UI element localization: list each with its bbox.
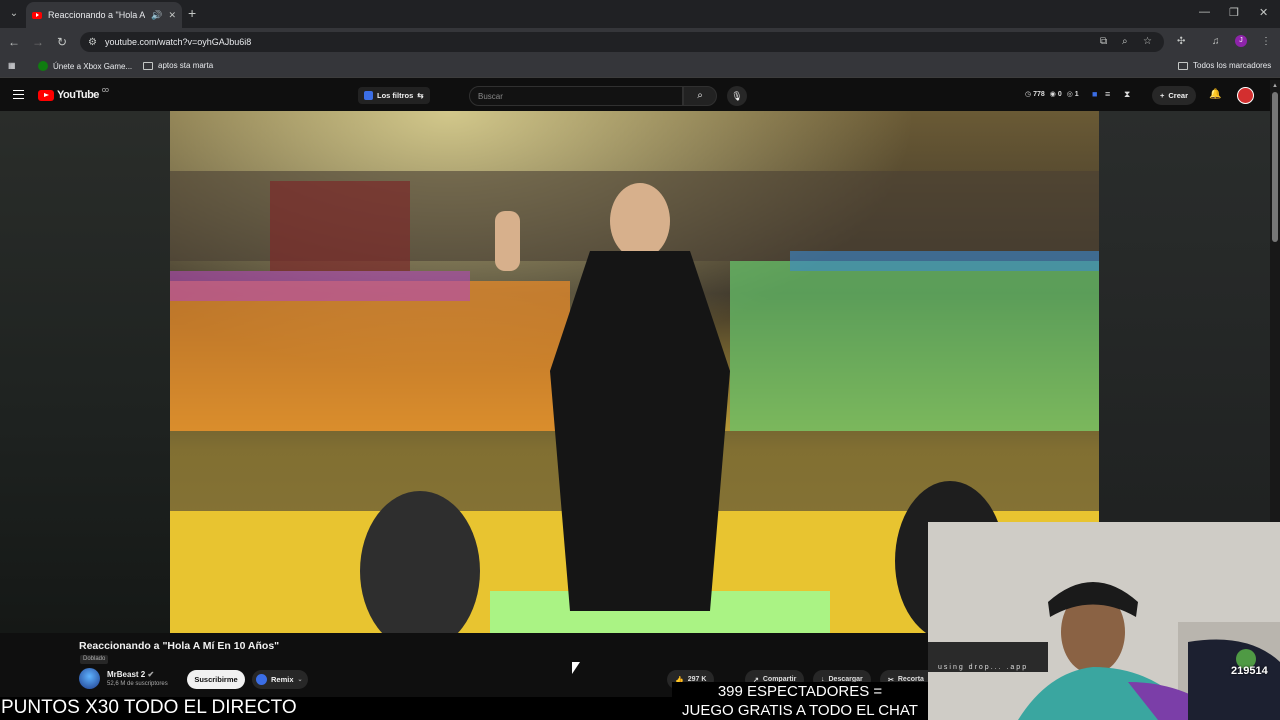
xbox-icon bbox=[38, 61, 48, 71]
menu-icon[interactable] bbox=[13, 90, 24, 99]
bookmark-star-icon[interactable]: ☆ bbox=[1143, 36, 1152, 47]
points-banner: PUNTOS X30 TODO EL DIRECTO bbox=[1, 697, 297, 718]
scroll-up-icon[interactable]: ▲ bbox=[1272, 83, 1278, 89]
youtube-favicon-icon bbox=[32, 11, 42, 19]
viewers-line-2: JUEGO GRATIS A TODO EL CHAT bbox=[682, 702, 918, 719]
forward-icon[interactable]: → bbox=[30, 34, 46, 50]
address-bar[interactable]: ⚙ youtube.com/watch?v=oyhGAJbu6i8 bbox=[80, 32, 1164, 52]
bookmark-folder-aptos[interactable]: aptos sta marta bbox=[143, 61, 213, 70]
account-avatar[interactable] bbox=[1237, 87, 1254, 104]
extension-icon[interactable]: ■ bbox=[1092, 89, 1097, 99]
channel-points-counter: 219514 bbox=[1231, 665, 1268, 677]
sliders-icon: ⇆ bbox=[417, 91, 424, 100]
chevron-down-icon: ⌄ bbox=[297, 677, 303, 683]
channel-avatar[interactable] bbox=[79, 668, 100, 689]
tab-search-chevron-icon[interactable]: ⌄ bbox=[6, 6, 22, 22]
url-text[interactable]: youtube.com/watch?v=oyhGAJbu6i8 bbox=[105, 37, 251, 47]
channel-name[interactable]: MrBeast 2 ✔ bbox=[107, 670, 154, 679]
close-window-icon[interactable]: ✕ bbox=[1259, 6, 1268, 19]
mouse-cursor-icon bbox=[572, 662, 580, 674]
webcam-overlay-text: using drop... .app bbox=[938, 664, 1029, 671]
other-stat: ◎ 1 bbox=[1066, 91, 1079, 98]
bookmark-label: Únete a Xbox Game... bbox=[53, 61, 133, 71]
bookmark-xbox[interactable]: Únete a Xbox Game... bbox=[38, 61, 132, 71]
youtube-play-icon bbox=[38, 89, 54, 101]
extension-stats: ◷ 778 ◉ 0 ◎ 1 bbox=[1025, 90, 1079, 98]
streamer-webcam bbox=[928, 522, 1280, 720]
reload-icon[interactable]: ↻ bbox=[54, 34, 70, 50]
tab-youtube[interactable]: Reaccionando a "Hola A Mí 🔊 ✕ bbox=[26, 2, 182, 28]
ambient-left bbox=[0, 111, 170, 633]
install-app-icon[interactable]: ⧉ bbox=[1100, 36, 1107, 47]
verified-icon: ✔ bbox=[147, 670, 155, 679]
extensions-icon[interactable]: ✣ bbox=[1177, 36, 1185, 47]
youtube-logo[interactable]: YouTube CO bbox=[38, 88, 109, 101]
webcam-image bbox=[928, 522, 1280, 720]
new-tab-icon[interactable]: + bbox=[188, 6, 196, 20]
restore-icon[interactable]: ❐ bbox=[1229, 6, 1239, 19]
filter-extension-icon bbox=[364, 91, 373, 100]
logo-country: CO bbox=[101, 88, 109, 94]
viewers-banner: 399 ESPECTADORES = JUEGO GRATIS A TODO E… bbox=[672, 682, 928, 720]
views-stat: ◷ 778 bbox=[1025, 91, 1045, 98]
likes-stat: ◉ 0 bbox=[1049, 91, 1062, 98]
search-icon[interactable]: ⌕ bbox=[683, 86, 717, 106]
subscriber-count: 52,6 M de suscriptores bbox=[107, 681, 168, 687]
site-info-icon[interactable]: ⚙ bbox=[88, 37, 97, 48]
bookmark-label: aptos sta marta bbox=[158, 61, 214, 70]
remix-label: Remix bbox=[271, 675, 294, 684]
filters-label: Los filtros bbox=[377, 91, 414, 100]
scrollbar-thumb[interactable] bbox=[1272, 92, 1278, 242]
browser-menu-icon[interactable]: ⋮ bbox=[1261, 36, 1271, 47]
create-label: Crear bbox=[1168, 91, 1188, 100]
viewers-line-1: 399 ESPECTADORES = bbox=[717, 683, 883, 700]
minimize-icon[interactable]: — bbox=[1199, 6, 1210, 18]
video-title: Reaccionando a "Hola A Mí En 10 Años" bbox=[79, 640, 280, 652]
search-input[interactable]: Buscar bbox=[469, 86, 683, 106]
playlist-icon[interactable]: ≡ bbox=[1105, 89, 1110, 99]
zoom-icon[interactable]: ⌕ bbox=[1122, 36, 1128, 47]
close-tab-icon[interactable]: ✕ bbox=[168, 10, 176, 21]
remix-button[interactable]: Remix ⌄ bbox=[252, 670, 308, 689]
apps-grid-icon[interactable]: ▦ bbox=[8, 61, 16, 70]
folder-icon bbox=[143, 61, 153, 70]
folder-icon bbox=[1178, 61, 1188, 70]
create-button[interactable]: + Crear bbox=[1152, 86, 1196, 105]
youtube-header: YouTube CO Los filtros ⇆ Buscar ⌕ 🎙 ◷ 77… bbox=[0, 80, 1280, 111]
logo-text: YouTube bbox=[57, 89, 99, 101]
filters-button[interactable]: Los filtros ⇆ bbox=[358, 87, 430, 104]
back-icon[interactable]: ← bbox=[6, 34, 22, 50]
all-bookmarks-label: Todos los marcadores bbox=[1193, 61, 1272, 70]
audio-playing-icon[interactable]: 🔊 bbox=[151, 10, 162, 21]
browser-tabbar: ⌄ Reaccionando a "Hola A Mí 🔊 ✕ + — ❐ ✕ bbox=[0, 0, 1280, 28]
all-bookmarks-folder[interactable]: Todos los marcadores bbox=[1178, 61, 1271, 70]
remix-icon bbox=[256, 674, 267, 685]
dubbed-badge: Doblado bbox=[80, 655, 109, 664]
plus-icon: + bbox=[1160, 91, 1165, 100]
bookmarks-bar: ▦ Únete a Xbox Game... aptos sta marta T… bbox=[0, 56, 1280, 78]
subscribe-button[interactable]: Suscribirme bbox=[187, 670, 245, 689]
media-control-icon[interactable]: ♫ bbox=[1212, 36, 1220, 47]
microphone-icon[interactable]: 🎙 bbox=[727, 86, 747, 106]
hourglass-icon[interactable]: ⧗ bbox=[1124, 89, 1130, 100]
profile-avatar[interactable]: J bbox=[1235, 35, 1247, 47]
notifications-bell-icon[interactable]: 🔔 bbox=[1209, 89, 1221, 100]
tab-title: Reaccionando a "Hola A Mí bbox=[48, 10, 145, 20]
